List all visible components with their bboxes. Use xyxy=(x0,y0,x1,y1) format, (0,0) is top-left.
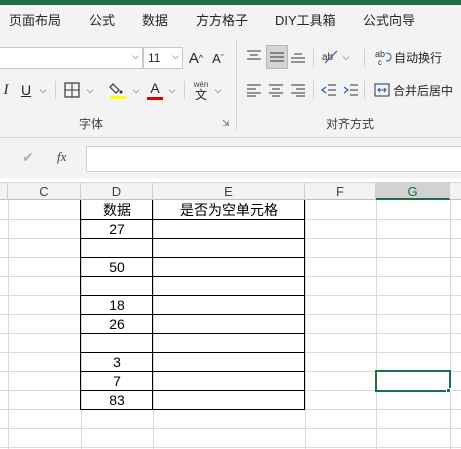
font-color-bar xyxy=(147,96,163,100)
border-icon xyxy=(64,82,80,98)
chevron-down-icon[interactable]: ⌵ xyxy=(37,79,49,101)
fx-icon[interactable]: fx xyxy=(57,149,66,165)
align-left-icon xyxy=(247,84,261,97)
align-bottom-icon xyxy=(291,53,305,63)
svg-text:ab: ab xyxy=(322,52,334,63)
cell-e-header[interactable]: 是否为空单元格 xyxy=(153,201,305,219)
merge-center-button[interactable]: 合并后居中 xyxy=(374,78,460,102)
cell-d-value[interactable] xyxy=(81,277,153,296)
formula-bar: ✔ fx xyxy=(0,138,461,178)
separator xyxy=(184,81,185,99)
chevron-down-icon[interactable]: ⌵ xyxy=(340,47,352,67)
font-group-label: 字体 xyxy=(79,117,104,131)
column-header-partial[interactable] xyxy=(0,183,8,200)
menu-formula-wizard[interactable]: 公式向导 xyxy=(363,10,415,29)
wrap-text-icon: abc xyxy=(375,49,392,66)
align-bottom-button[interactable] xyxy=(288,45,308,69)
menu-formulas[interactable]: 公式 xyxy=(89,10,115,29)
cell-d-value[interactable]: 26 xyxy=(81,315,153,334)
align-middle-button[interactable] xyxy=(266,45,288,69)
increase-indent-button[interactable] xyxy=(342,79,360,101)
menu-bar: 页面布局 公式 数据 方方格子 DIY工具箱 公式向导 xyxy=(0,5,461,35)
menu-ffgz[interactable]: 方方格子 xyxy=(196,10,248,29)
chevron-down-icon[interactable]: ⌵ xyxy=(166,79,178,101)
separator xyxy=(364,81,365,99)
column-header-c[interactable]: C xyxy=(8,183,81,200)
align-center-button[interactable] xyxy=(266,79,286,101)
increase-indent-icon xyxy=(343,84,358,96)
wrap-text-button[interactable]: ab c 自动换行 xyxy=(374,45,454,69)
cell-d-header[interactable]: 数据 xyxy=(81,201,153,219)
active-cell-selection[interactable] xyxy=(375,370,451,392)
dialog-launcher-icon[interactable]: ⇲ xyxy=(222,118,230,129)
decrease-indent-icon xyxy=(321,84,336,96)
underline-button[interactable]: U xyxy=(18,79,34,101)
cell-d-value[interactable]: 7 xyxy=(81,372,153,391)
chevron-down-icon[interactable]: ⌵ xyxy=(130,79,142,101)
gridlines xyxy=(0,200,461,449)
chevron-down-icon[interactable]: ⌵ xyxy=(84,79,96,101)
column-header-d[interactable]: D xyxy=(81,183,153,200)
cell-d-value[interactable]: 83 xyxy=(81,391,153,410)
merge-center-label: 合并后居中 xyxy=(393,83,454,98)
separator xyxy=(313,81,314,99)
paint-bucket-icon xyxy=(109,83,126,99)
check-icon[interactable]: ✔ xyxy=(22,149,34,166)
formula-input[interactable] xyxy=(86,146,461,172)
worksheet-grid[interactable]: 数据 是否为空单元格 27 50 18 26 3 7 83 xyxy=(0,200,461,449)
align-left-button[interactable] xyxy=(244,79,264,101)
font-color-button[interactable]: A xyxy=(146,78,164,102)
font-name-dropdown[interactable]: ⌵ xyxy=(0,47,143,69)
chevron-down-icon: ⌵ xyxy=(172,51,179,61)
phonetic-button[interactable]: wén 文 xyxy=(190,77,212,103)
italic-button[interactable]: I xyxy=(0,79,12,101)
align-center-icon xyxy=(269,84,283,97)
font-size-dropdown[interactable]: 11 ⌵ xyxy=(143,47,183,69)
border-button[interactable] xyxy=(62,79,82,101)
font-size-value: 11 xyxy=(148,51,161,65)
cell-d-value[interactable] xyxy=(81,239,153,258)
fill-handle[interactable] xyxy=(446,388,451,393)
column-header-row: C D E F G xyxy=(0,182,461,200)
align-middle-icon xyxy=(270,52,284,62)
chevron-down-icon[interactable]: ⌵ xyxy=(212,79,224,101)
column-header-e[interactable]: E xyxy=(153,183,305,200)
cell-d-value[interactable]: 27 xyxy=(81,220,153,239)
merge-cells-icon xyxy=(374,83,390,97)
menu-data[interactable]: 数据 xyxy=(142,10,168,29)
separator xyxy=(55,81,56,99)
decrease-indent-button[interactable] xyxy=(320,79,338,101)
grow-font-button[interactable]: A ^ xyxy=(186,47,206,69)
menu-diy-toolbox[interactable]: DIY工具箱 xyxy=(275,10,336,29)
cell-d-value[interactable]: 18 xyxy=(81,296,153,315)
font-color-letter: A xyxy=(150,79,160,96)
alignment-group-label: 对齐方式 xyxy=(326,117,375,131)
separator xyxy=(313,49,314,67)
ribbon: ⌵ 11 ⌵ A ^ Aˇ I U ⌵ ⌵ ⌵ A ⌵ wén 文 ⌵ 字体 ⇲ … xyxy=(0,35,461,138)
wrap-text-label: 自动换行 xyxy=(394,50,443,65)
chevron-down-icon: ⌵ xyxy=(132,51,139,61)
cell-d-value[interactable]: 50 xyxy=(81,258,153,277)
align-right-button[interactable] xyxy=(288,79,308,101)
align-right-icon xyxy=(291,84,305,97)
shrink-font-button[interactable]: Aˇ xyxy=(208,47,228,69)
orientation-button[interactable]: ab xyxy=(320,45,340,67)
column-header-f[interactable]: F xyxy=(305,183,376,200)
cell-d-value[interactable]: 3 xyxy=(81,353,153,372)
group-separator xyxy=(236,39,237,131)
menu-page-layout[interactable]: 页面布局 xyxy=(9,10,61,29)
align-top-button[interactable] xyxy=(244,45,264,67)
separator xyxy=(364,49,365,67)
svg-text:c: c xyxy=(378,58,382,66)
phonetic-bottom: 文 xyxy=(194,88,207,102)
cell-d-value[interactable] xyxy=(81,334,153,353)
column-header-g[interactable]: G xyxy=(376,183,450,200)
align-top-icon xyxy=(247,50,261,60)
fill-color-button[interactable] xyxy=(108,78,128,102)
text-orientation-icon: ab xyxy=(322,50,338,64)
